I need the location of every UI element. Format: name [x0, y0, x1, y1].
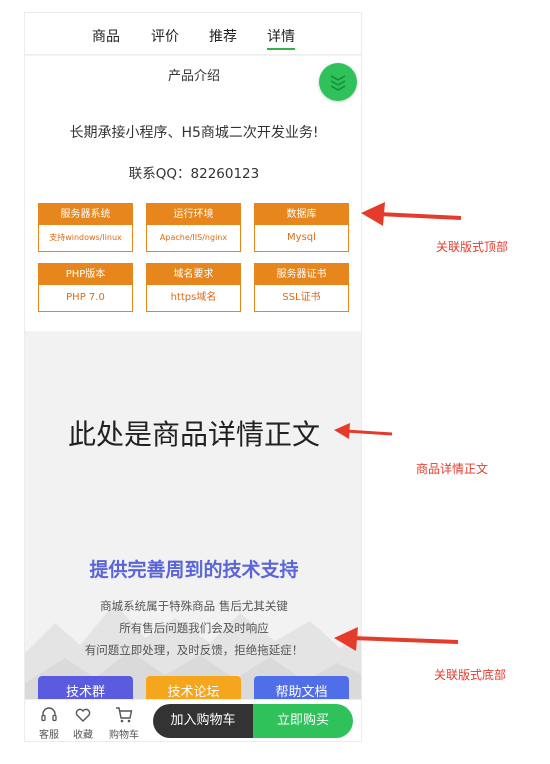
favorite-label: 收藏: [73, 730, 93, 741]
service-label: 客服: [39, 730, 59, 741]
add-to-cart-button[interactable]: 加入购物车: [153, 704, 253, 738]
phone-frame: 商品 评价 推荐 详情 产品介绍 长期承接小程序、H5商城二次开发业务! 联系Q…: [24, 12, 362, 742]
spec-certificate: 服务器证书 SSL证书: [254, 263, 349, 312]
spec-label: 服务器证书: [255, 264, 348, 285]
support-line-2: 所有售后问题我们会及时响应: [119, 621, 269, 635]
bottom-action-bar: 客服 收藏 购物车 加入购物车 立即购买: [25, 699, 361, 741]
spec-label: 服务器系统: [39, 204, 132, 225]
product-intro-card: 产品介绍 长期承接小程序、H5商城二次开发业务! 联系QQ：82260123 服…: [25, 56, 361, 331]
floating-menu-button[interactable]: [319, 63, 357, 101]
buy-now-button[interactable]: 立即购买: [253, 704, 353, 738]
cart-icon: [116, 707, 133, 723]
support-line-3: 有问题立即处理，及时反馈，拒绝拖延症！: [84, 643, 304, 657]
annotation-arrow-top: [361, 202, 462, 226]
support-line-1: 商城系统属于特殊商品 售后尤其关键: [100, 599, 288, 613]
heart-icon: [75, 708, 91, 722]
intro-title: 产品介绍: [167, 69, 220, 84]
spec-label: 域名要求: [147, 264, 240, 285]
spec-value: Apache/IIS/nginx: [159, 233, 228, 242]
spec-value: 支持windows/linux: [49, 233, 122, 242]
annotation-top-label: 关联版式顶部: [436, 240, 509, 254]
spec-server-os: 服务器系统 支持windows/linux: [38, 203, 133, 252]
annotation-arrow-bottom: [334, 627, 459, 651]
spec-label: PHP版本: [39, 264, 132, 285]
annotation-body-label: 商品详情正文: [416, 462, 489, 476]
cart-button[interactable]: 购物车: [105, 706, 143, 741]
tab-recommend[interactable]: 推荐: [209, 26, 237, 50]
customer-service-button[interactable]: 客服: [33, 706, 65, 741]
detail-body-text: 此处是商品详情正文: [67, 418, 320, 451]
spec-database: 数据库 Mysql: [254, 203, 349, 252]
spec-php-version: PHP版本 PHP 7.0: [38, 263, 133, 312]
spec-runtime: 运行环境 Apache/IIS/nginx: [146, 203, 241, 252]
favorite-button[interactable]: 收藏: [67, 706, 99, 741]
spec-value: Mysql: [287, 232, 316, 243]
top-tab-bar: 商品 评价 推荐 详情: [25, 13, 361, 55]
annotation-bottom-label: 关联版式底部: [434, 668, 507, 682]
tab-details[interactable]: 详情: [267, 26, 295, 50]
tab-reviews[interactable]: 评价: [151, 26, 179, 50]
spec-label: 数据库: [255, 204, 348, 225]
business-slogan: 长期承接小程序、H5商城二次开发业务!: [69, 125, 319, 141]
annotation-arrow-body: [334, 423, 393, 439]
contact-qq: 联系QQ：82260123: [128, 166, 260, 182]
spec-label: 运行环境: [147, 204, 240, 225]
spec-value: PHP 7.0: [66, 292, 105, 303]
spec-value: SSL证书: [282, 292, 321, 303]
tab-goods[interactable]: 商品: [92, 26, 120, 50]
spec-domain: 域名要求 https域名: [146, 263, 241, 312]
headset-icon: [41, 707, 57, 722]
spec-value: https域名: [170, 292, 217, 303]
support-title: 提供完善周到的技术支持: [89, 559, 299, 581]
cart-label: 购物车: [109, 730, 139, 741]
layers-icon: [330, 75, 346, 91]
